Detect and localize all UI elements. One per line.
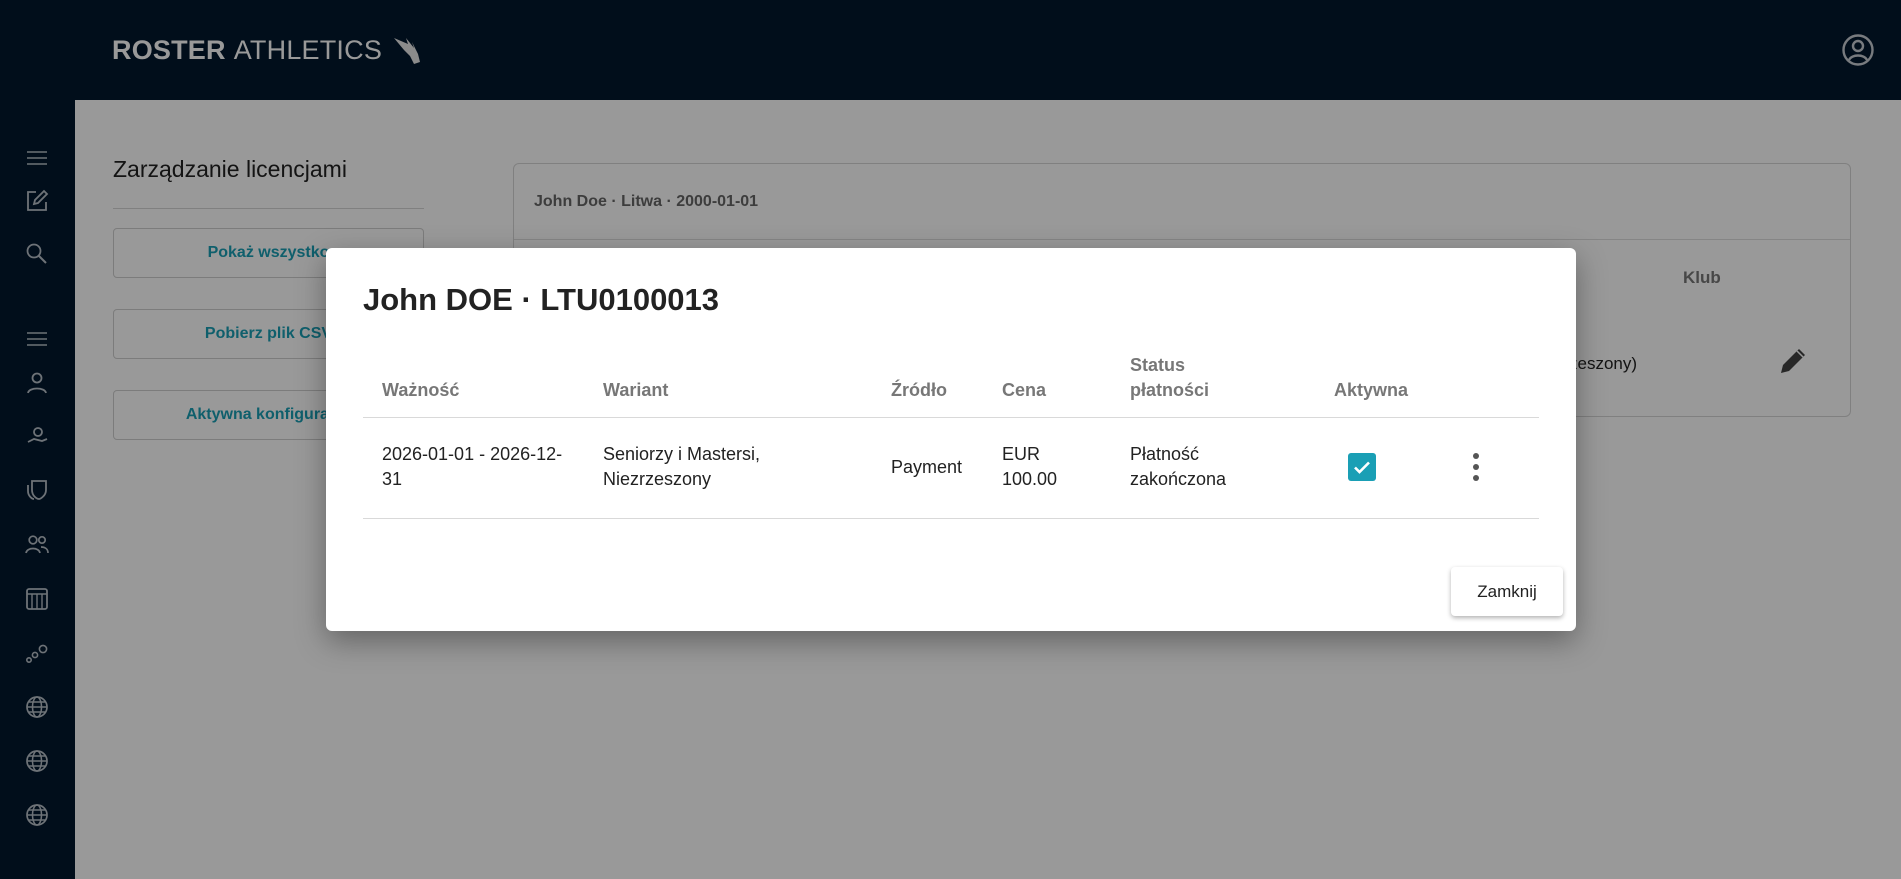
column-source: Źródło — [891, 380, 947, 400]
validity-line: 31 — [382, 469, 403, 489]
column-active: Aktywna — [1334, 380, 1409, 400]
active-checkbox[interactable] — [1348, 453, 1376, 481]
column-payment-status-line: płatności — [1130, 380, 1210, 400]
table-header-divider — [363, 417, 1539, 418]
validity-cell: 2026-01-01 - 2026-12- 31 — [382, 442, 562, 492]
column-payment-status-line: Status — [1130, 355, 1186, 375]
column-payment-status: Status płatności — [1130, 353, 1209, 403]
payment-status-line: Płatność — [1130, 444, 1200, 464]
variant-line: Seniorzy i Mastersi, — [603, 444, 761, 464]
validity-line: 2026-01-01 - 2026-12- — [382, 444, 563, 464]
table-row-divider — [363, 518, 1539, 519]
source-cell: Payment — [891, 457, 963, 477]
payment-status-cell: Płatność zakończona — [1130, 442, 1226, 492]
dialog-title: John DOE · LTU0100013 — [363, 282, 720, 317]
price-line: EUR — [1002, 444, 1041, 464]
price-cell: EUR 100.00 — [1002, 442, 1057, 492]
more-options-icon[interactable] — [1471, 452, 1481, 482]
variant-cell: Seniorzy i Mastersi, Niezrzeszony — [603, 442, 760, 492]
close-button[interactable]: Zamknij — [1451, 567, 1563, 616]
license-dialog: John DOE · LTU0100013 Ważność Wariant Źr… — [326, 248, 1576, 631]
price-line: 100.00 — [1002, 469, 1058, 489]
payment-status-line: zakończona — [1130, 469, 1227, 489]
column-validity: Ważność — [382, 380, 460, 400]
column-variant: Wariant — [603, 380, 669, 400]
variant-line: Niezrzeszony — [603, 469, 712, 489]
checkmark-icon — [1354, 461, 1370, 474]
column-price: Cena — [1002, 380, 1047, 400]
